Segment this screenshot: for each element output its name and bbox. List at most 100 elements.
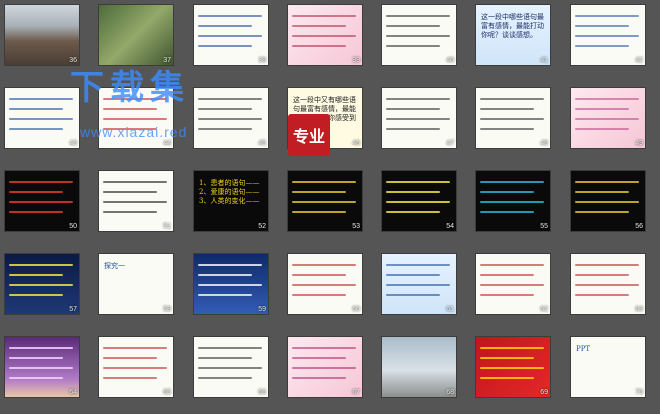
slide-text-line	[575, 35, 639, 37]
slide-text-line	[292, 377, 346, 379]
slide-text-line	[198, 35, 262, 37]
slide-text-line	[386, 284, 450, 286]
slide-text-line	[480, 264, 544, 266]
slide-text-line	[292, 294, 346, 296]
slide-thumbnail[interactable]: 51	[98, 170, 174, 232]
slide-number: 39	[352, 57, 360, 64]
slide-text-line	[9, 357, 63, 359]
slide-text-line	[480, 284, 544, 286]
slide-number: 50	[69, 223, 77, 230]
slide-text-line	[198, 367, 262, 369]
slide-thumbnail[interactable]: 57	[4, 253, 80, 315]
slide-number: 49	[635, 140, 643, 147]
slide-thumbnail[interactable]: 38	[193, 4, 269, 66]
slide-text-line	[9, 377, 63, 379]
slide-text-line	[292, 25, 346, 27]
slide-number: 69	[540, 389, 548, 396]
slide-text-line	[103, 181, 167, 183]
slide-number: 57	[69, 306, 77, 313]
slide-thumbnail[interactable]: 67	[287, 336, 363, 398]
slide-text-line	[386, 191, 440, 193]
slide-number: 52	[258, 223, 266, 230]
slide-thumbnail[interactable]: 62	[475, 253, 551, 315]
slide-number: 54	[446, 223, 454, 230]
slide-thumbnail[interactable]: 40	[381, 4, 457, 66]
slide-thumbnail[interactable]: 49	[570, 87, 646, 149]
slide-text-line	[480, 274, 534, 276]
slide-text-line	[198, 357, 252, 359]
slide-thumbnail[interactable]: 1、患者的语句—— 2、爱康的语句—— 3、人类的变化—— 52	[193, 170, 269, 232]
slide-thumbnail[interactable]: 65	[98, 336, 174, 398]
slide-text-line	[386, 264, 450, 266]
slide-text-line	[575, 98, 639, 100]
slide-thumbnail[interactable]: 37	[98, 4, 174, 66]
slide-text-line	[575, 201, 639, 203]
slide-text-line	[480, 98, 544, 100]
slide-text-line	[386, 294, 440, 296]
slide-text-line	[386, 201, 450, 203]
slide-text-line	[575, 191, 629, 193]
slide-number: 70	[635, 389, 643, 396]
slide-text-line	[480, 118, 544, 120]
slide-thumbnail[interactable]: 60	[287, 253, 363, 315]
slide-thumbnail[interactable]: 56	[570, 170, 646, 232]
slide-thumbnail[interactable]: 68	[381, 336, 457, 398]
watermark-seal: 专业	[288, 114, 330, 156]
watermark: 下载集 www.xiazai.red 专业	[20, 58, 330, 168]
slide-text-line	[292, 264, 356, 266]
slide-number: 55	[540, 223, 548, 230]
slide-number: 66	[258, 389, 266, 396]
slide-text-line	[198, 25, 252, 27]
slide-text: PPT	[576, 345, 591, 353]
slide-text-line	[386, 128, 440, 130]
slide-thumbnail[interactable]: 64	[4, 336, 80, 398]
slide-text-line	[480, 367, 544, 369]
slide-number: 67	[352, 389, 360, 396]
slide-text-line	[480, 347, 544, 349]
slide-number: 62	[540, 306, 548, 313]
slide-thumbnail[interactable]: 48	[475, 87, 551, 149]
slide-thumbnail[interactable]: 66	[193, 336, 269, 398]
slide-text-line	[575, 118, 639, 120]
slide-text-line	[292, 347, 356, 349]
slide-thumbnail[interactable]: 63	[570, 253, 646, 315]
slide-text-line	[292, 201, 356, 203]
slide-number: 68	[446, 389, 454, 396]
slide-text-line	[198, 347, 262, 349]
slide-thumbnail[interactable]: 55	[475, 170, 551, 232]
slide-text-line	[103, 347, 167, 349]
slide-text: 这一段中哪些语句最富有感情，最能打动你呢？谈谈感想。	[481, 13, 544, 39]
slide-text-line	[198, 294, 252, 296]
slide-text-line	[198, 45, 252, 47]
slide-number: 46	[352, 140, 360, 147]
slide-text-line	[292, 191, 346, 193]
slide-thumbnail[interactable]: 69	[475, 336, 551, 398]
slide-thumbnail[interactable]: 39	[287, 4, 363, 66]
slide-number: 47	[446, 140, 454, 147]
slide-text: 1、患者的语句—— 2、爱康的语句—— 3、人类的变化——	[199, 179, 260, 205]
slide-thumbnail[interactable]: 47	[381, 87, 457, 149]
slide-text-line	[575, 15, 639, 17]
slide-number: 65	[163, 389, 171, 396]
slide-thumbnail[interactable]: 36	[4, 4, 80, 66]
slide-text-line	[480, 294, 534, 296]
slide-thumbnail[interactable]: 61	[381, 253, 457, 315]
slide-text-line	[480, 128, 534, 130]
slide-text-line	[292, 15, 356, 17]
slide-text-line	[575, 294, 629, 296]
slide-thumbnail[interactable]: 50	[4, 170, 80, 232]
slide-thumbnail[interactable]: PPT 70	[570, 336, 646, 398]
slide-thumbnail[interactable]: 54	[381, 170, 457, 232]
slide-text-line	[292, 284, 356, 286]
slide-text-line	[9, 181, 73, 183]
slide-number: 60	[352, 306, 360, 313]
slide-thumbnail[interactable]: 53	[287, 170, 363, 232]
slide-number: 41	[540, 57, 548, 64]
slide-thumbnail[interactable]: 42	[570, 4, 646, 66]
slide-thumbnail[interactable]: 这一段中哪些语句最富有感情，最能打动你呢？谈谈感想。 41	[475, 4, 551, 66]
slide-thumbnail[interactable]: 探究一 58	[98, 253, 174, 315]
slide-thumbnail[interactable]: 59	[193, 253, 269, 315]
slide-text-line	[198, 377, 252, 379]
slide-text-line	[103, 367, 167, 369]
slide-text-line	[198, 15, 262, 17]
